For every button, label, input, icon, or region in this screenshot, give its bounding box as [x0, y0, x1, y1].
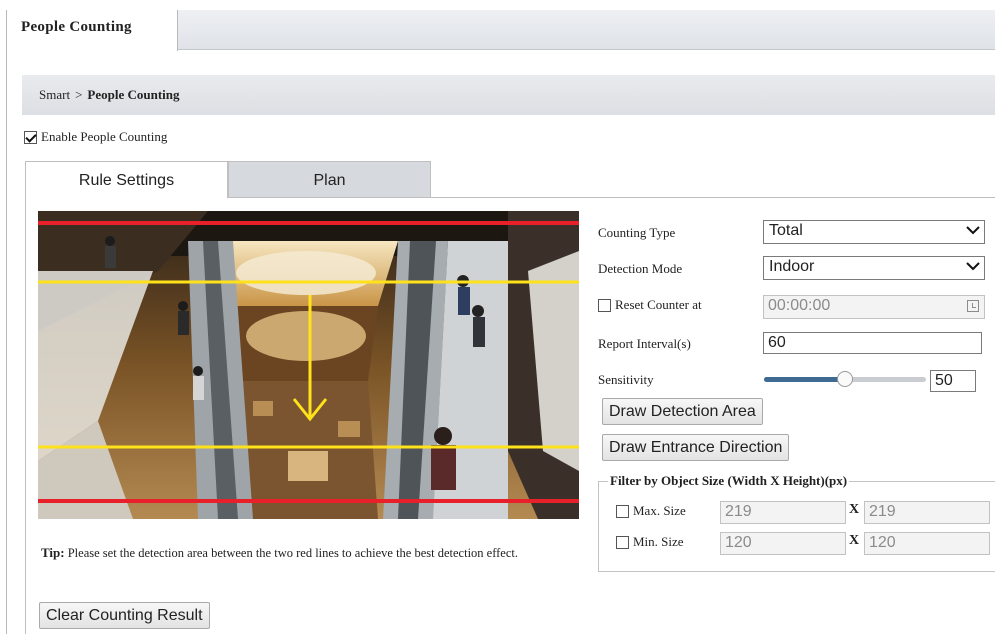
detection-mode-select[interactable]: Indoor	[763, 256, 985, 280]
counting-type-value: Total	[769, 222, 803, 239]
breadcrumb-parent[interactable]: Smart	[39, 87, 70, 102]
max-size-label: Max. Size	[633, 503, 686, 518]
min-size-row: Min. Size	[616, 534, 684, 550]
detection-mode-label: Detection Mode	[598, 261, 683, 276]
reset-counter-row: Reset Counter at	[598, 297, 702, 313]
min-size-checkbox[interactable]	[616, 535, 629, 549]
min-width-input[interactable]: 120	[720, 532, 846, 555]
breadcrumb-current: People Counting	[87, 87, 180, 102]
reset-time-input[interactable]: 00:00:00	[763, 295, 985, 319]
reset-counter-label: Reset Counter at	[615, 297, 702, 312]
counting-type-label: Counting Type	[598, 225, 676, 240]
report-interval-input[interactable]: 60	[763, 332, 982, 354]
max-height-input[interactable]: 219	[864, 501, 990, 524]
chevron-down-icon	[966, 262, 980, 271]
tab-rule-settings[interactable]: Rule Settings	[25, 161, 228, 198]
content-border	[25, 198, 26, 634]
sensitivity-slider-fill	[764, 377, 845, 382]
tab-strip	[178, 10, 995, 50]
tab-divider	[430, 197, 995, 198]
breadcrumb: Smart > People Counting	[22, 75, 995, 115]
min-size-separator: X	[849, 533, 860, 548]
video-preview[interactable]	[38, 211, 579, 519]
reset-time-value: 00:00:00	[768, 297, 831, 314]
clear-counting-result-button[interactable]: Clear Counting Result	[39, 602, 210, 629]
enable-checkbox[interactable]	[24, 130, 37, 144]
max-size-row: Max. Size	[616, 503, 686, 519]
max-size-checkbox[interactable]	[616, 504, 629, 518]
clock-icon[interactable]	[967, 300, 979, 312]
sensitivity-slider-thumb[interactable]	[837, 371, 853, 387]
sensitivity-input[interactable]: 50	[930, 370, 976, 392]
tip-text: Tip: Please set the detection area betwe…	[41, 535, 586, 571]
tip-prefix: Tip:	[41, 545, 65, 560]
min-size-label: Min. Size	[633, 534, 684, 549]
draw-entrance-direction-button[interactable]: Draw Entrance Direction	[602, 434, 790, 461]
detection-mode-value: Indoor	[769, 258, 815, 275]
filter-legend: Filter by Object Size (Width X Height)(p…	[608, 473, 850, 489]
max-width-input[interactable]: 219	[720, 501, 846, 524]
sensitivity-label: Sensitivity	[598, 372, 654, 387]
report-interval-label: Report Interval(s)	[598, 336, 691, 351]
tab-plan[interactable]: Plan	[228, 161, 431, 198]
enable-label: Enable People Counting	[41, 129, 168, 144]
mall-scene	[38, 211, 579, 519]
frame-border-left	[6, 10, 7, 634]
counting-type-select[interactable]: Total	[763, 220, 985, 244]
enable-people-counting[interactable]: Enable People Counting	[24, 129, 167, 145]
tab-people-counting[interactable]: People Counting	[7, 10, 178, 51]
min-height-input[interactable]: 120	[864, 532, 990, 555]
tip-body: Please set the detection area between th…	[67, 546, 519, 560]
sensitivity-slider[interactable]	[764, 371, 926, 387]
breadcrumb-separator: >	[75, 87, 83, 102]
reset-counter-checkbox[interactable]	[598, 298, 611, 312]
max-size-separator: X	[849, 502, 860, 517]
chevron-down-icon	[966, 226, 980, 235]
draw-detection-area-button[interactable]: Draw Detection Area	[602, 398, 763, 425]
filter-fieldset	[598, 481, 995, 572]
